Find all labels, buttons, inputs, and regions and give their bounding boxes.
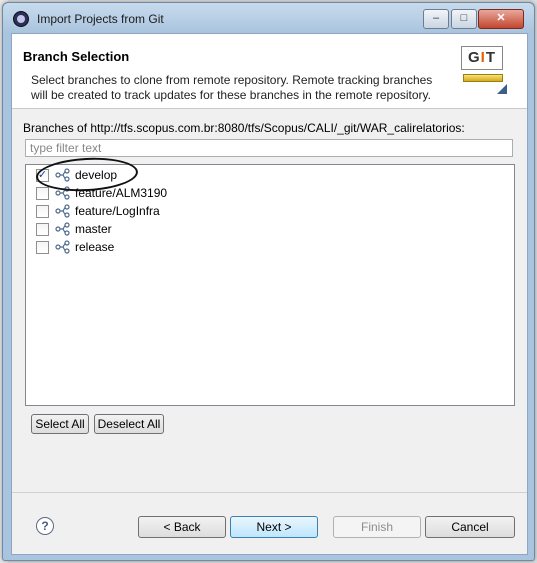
title-bar[interactable]: Import Projects from Git – □ ✕ xyxy=(3,3,534,33)
branch-label: feature/ALM3190 xyxy=(75,186,168,200)
branch-label: master xyxy=(75,222,112,236)
branch-label: develop xyxy=(75,168,118,182)
filter-input[interactable] xyxy=(25,139,513,157)
branch-checkbox[interactable]: ✓ xyxy=(36,169,49,182)
eclipse-app-icon xyxy=(13,11,29,27)
maximize-button[interactable]: □ xyxy=(451,9,477,29)
git-logo-text: GIT xyxy=(461,46,503,70)
footer-separator xyxy=(12,492,527,493)
close-button[interactable]: ✕ xyxy=(478,9,524,29)
branch-label: feature/LogInfra xyxy=(75,204,160,218)
deselect-all-button[interactable]: Deselect All xyxy=(94,414,164,434)
git-logo-icon: GIT xyxy=(461,46,507,94)
branch-icon xyxy=(55,168,71,182)
page-description: Select branches to clone from remote rep… xyxy=(31,73,433,102)
import-dialog: Import Projects from Git – □ ✕ Branch Se… xyxy=(2,2,535,561)
branch-icon xyxy=(55,204,71,218)
git-corner-graphic xyxy=(497,84,507,94)
select-all-button[interactable]: Select All xyxy=(31,414,89,434)
branch-icon xyxy=(55,222,71,236)
branches-label: Branches of http://tfs.scopus.com.br:808… xyxy=(23,121,465,135)
branch-checkbox[interactable] xyxy=(36,241,49,254)
back-button[interactable]: < Back xyxy=(138,516,226,538)
cancel-button[interactable]: Cancel xyxy=(425,516,515,538)
finish-button[interactable]: Finish xyxy=(333,516,421,538)
branch-tree[interactable]: ✓ develop feature/ALM3190 feature/LogInfra m… xyxy=(25,164,515,406)
git-pipe-graphic xyxy=(463,74,503,82)
page-title: Branch Selection xyxy=(23,49,130,64)
branch-icon xyxy=(55,186,71,200)
branch-checkbox[interactable] xyxy=(36,187,49,200)
branch-label: release xyxy=(75,240,115,254)
branch-checkbox[interactable] xyxy=(36,223,49,236)
wizard-header: Branch Selection Select branches to clon… xyxy=(12,34,527,109)
help-icon[interactable]: ? xyxy=(36,517,54,535)
dialog-client-area: Branch Selection Select branches to clon… xyxy=(11,33,528,555)
branch-icon xyxy=(55,240,71,254)
window-title: Import Projects from Git xyxy=(37,12,164,26)
branch-checkbox[interactable] xyxy=(36,205,49,218)
minimize-button[interactable]: – xyxy=(423,9,449,29)
next-button[interactable]: Next > xyxy=(230,516,318,538)
